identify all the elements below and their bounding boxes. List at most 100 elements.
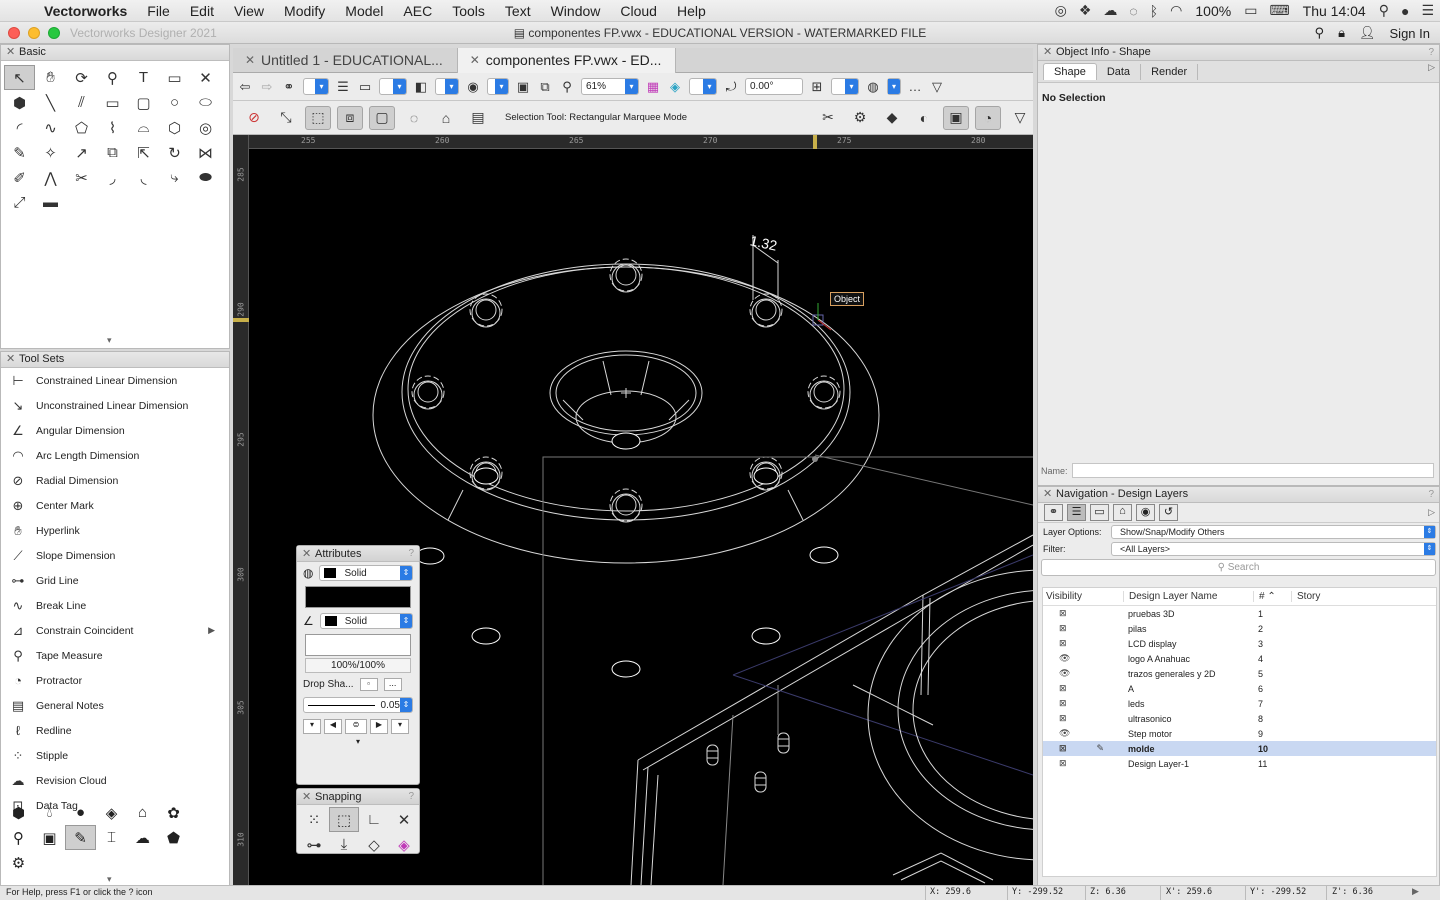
sheet-layers-view-icon[interactable]: ▭ <box>1090 504 1109 521</box>
snap-working-plane-icon[interactable]: ◈ <box>389 832 419 857</box>
menu-window[interactable]: Window <box>542 3 612 19</box>
fillet-tool-icon[interactable]: ◞ <box>97 165 128 190</box>
freehand-tool-icon[interactable]: ∿ <box>35 115 66 140</box>
column-visibility[interactable]: Visibility <box>1043 591 1123 602</box>
rectangular-marquee-icon[interactable]: ⬚ <box>305 105 331 130</box>
tool-item[interactable]: ↘ Unconstrained Linear Dimension <box>1 393 229 418</box>
pan-tool-icon[interactable]: ✋︎ <box>35 65 66 90</box>
clip-tool-icon[interactable]: ⤷ <box>159 165 190 190</box>
freehand-marquee-icon[interactable]: ⌂ <box>433 106 459 130</box>
chamfer-tool-icon[interactable]: ◟ <box>128 165 159 190</box>
layer-hidden-icon[interactable]: ⊠ ✎ <box>1043 743 1123 754</box>
tool-item[interactable]: ⟋ Slope Dimension <box>1 543 229 568</box>
layer-hidden-icon[interactable]: ⊠ <box>1043 698 1123 709</box>
drop-shadow-settings-button[interactable]: ... <box>383 678 402 691</box>
trim-tool-icon[interactable]: ✐ <box>4 165 35 190</box>
tab-shape[interactable]: Shape <box>1043 63 1097 80</box>
oval-tool-icon[interactable]: ⬭ <box>190 90 221 115</box>
arc-tool-icon[interactable]: ◜ <box>4 115 35 140</box>
layer-row[interactable]: 👁︎ logo A Anahuac 4 <box>1043 651 1436 666</box>
pen-preview-swatch[interactable] <box>305 634 411 656</box>
visibility-tool-icon[interactable]: ✧ <box>35 140 66 165</box>
page-boundary-icon[interactable]: ▦ <box>645 79 661 95</box>
flyover-tool-icon[interactable]: ⟳ <box>66 65 97 90</box>
bluetooth-icon[interactable]: ᛒ <box>1144 3 1164 19</box>
eye-visible-icon[interactable]: 👁︎ <box>1043 728 1123 739</box>
clip-dropdown[interactable]: ▾ <box>831 78 859 95</box>
render-mode-dropdown[interactable]: ▾ <box>435 78 459 95</box>
submenu-arrow-icon[interactable]: ▶ <box>208 625 215 636</box>
line-tool-icon[interactable]: ╲ <box>35 90 66 115</box>
mode-toggle-a-icon[interactable]: ▣ <box>943 105 969 130</box>
regular-polygon-icon[interactable]: ⬡ <box>159 115 190 140</box>
clip-cube-icon[interactable]: ⊞ <box>809 79 825 95</box>
clock[interactable]: Thu 14:04 <box>1296 3 1373 19</box>
layer-row[interactable]: ⊠ LCD display 3 <box>1043 636 1436 651</box>
tool-item[interactable]: ◠ Arc Length Dimension <box>1 443 229 468</box>
palette-menu-icon[interactable]: ▷ <box>1428 507 1435 518</box>
layer-hidden-icon[interactable]: ⊠ <box>1043 683 1123 694</box>
filter-dropdown[interactable]: <All Layers> ⇕ <box>1111 541 1436 556</box>
rounded-rectangle-icon[interactable]: ▢ <box>128 90 159 115</box>
search-icon[interactable]: ⚲ <box>1315 25 1325 41</box>
references-view-icon[interactable]: ↺ <box>1159 504 1178 521</box>
layer-hidden-icon[interactable]: ⊠ <box>1043 623 1123 634</box>
layer-row[interactable]: 👁︎ trazos generales y 2D 5 <box>1043 666 1436 681</box>
working-plane-icon[interactable]: ◈ <box>667 79 683 95</box>
eye-visible-icon[interactable]: 👁︎ <box>1043 653 1123 664</box>
layer-dropdown[interactable]: ▾ <box>379 78 407 95</box>
more-icon[interactable]: … <box>907 79 923 94</box>
lighting-toolset-icon[interactable]: ⚲ <box>3 825 34 850</box>
help-icon[interactable]: ? <box>408 789 414 805</box>
notification-center-icon[interactable]: ☰ <box>1415 2 1440 19</box>
tab-data[interactable]: Data <box>1097 63 1142 80</box>
layer-options-dropdown[interactable]: Show/Snap/Modify Others ⇕ <box>1111 524 1436 539</box>
arrow-left-icon[interactable]: ◀ <box>324 719 342 734</box>
drop-shadow-toggle[interactable]: ▫ <box>359 678 378 691</box>
navigation-titlebar[interactable]: ✕ Navigation - Design Layers ? <box>1038 487 1439 503</box>
saved-views-dropdown[interactable]: ▾ <box>303 78 329 95</box>
layer-tool-icon[interactable]: ▬ <box>35 190 66 215</box>
rotate-tool-icon[interactable]: ↻ <box>159 140 190 165</box>
menu-tools[interactable]: Tools <box>443 3 496 19</box>
snap-tangent-icon[interactable]: ⤓ <box>329 832 359 857</box>
menu-help[interactable]: Help <box>668 3 717 19</box>
layer-row[interactable]: ⊠ leds 7 <box>1043 696 1436 711</box>
tool-item[interactable]: ⊘ Radial Dimension <box>1 468 229 493</box>
coord-y[interactable]: Y: -299.52 <box>1012 887 1063 897</box>
menu-view[interactable]: View <box>225 3 275 19</box>
help-icon[interactable]: ? <box>408 546 414 562</box>
close-icon[interactable]: ✕ <box>1043 487 1052 502</box>
opacity-field[interactable]: 100%/100% <box>305 658 411 673</box>
battery-icon[interactable]: ▭ <box>1238 2 1263 19</box>
saved-views-view-icon[interactable]: ◉ <box>1136 504 1155 521</box>
sync-icon[interactable]: ◌ <box>1123 3 1143 19</box>
siri-icon[interactable]: ● <box>1395 3 1415 19</box>
working-plane-dropdown[interactable]: ▾ <box>689 78 717 95</box>
arrow-right-icon[interactable]: ▶ <box>370 719 388 734</box>
fasteners-toolset-icon[interactable]: ✿ <box>158 800 189 825</box>
status-expand-icon[interactable]: ▶ <box>1412 886 1419 897</box>
snap-grid-icon[interactable]: ⁙ <box>299 807 329 832</box>
polygon-tool-icon[interactable]: ⬠ <box>66 115 97 140</box>
layer-search-input[interactable]: ⚲ Search <box>1041 559 1436 576</box>
building-shell-toolset-icon[interactable]: ◈ <box>96 800 127 825</box>
coord-y-prime[interactable]: Y': -299.52 <box>1250 887 1306 897</box>
coord-x-prime[interactable]: X': 259.6 <box>1166 887 1212 897</box>
menu-aec[interactable]: AEC <box>394 3 443 19</box>
spotlight-search-icon[interactable]: ⚲ <box>1373 2 1395 19</box>
creative-cloud-icon[interactable]: ◎ <box>1049 2 1073 19</box>
circle-tool-icon[interactable]: ○ <box>159 90 190 115</box>
arrowhead-icon[interactable]: ⊜ <box>345 719 367 734</box>
minimize-window-button[interactable] <box>28 27 40 39</box>
callout-tool-icon[interactable]: ▭ <box>159 65 190 90</box>
tool-item[interactable]: ⊢ Constrained Linear Dimension <box>1 368 229 393</box>
chevron-down-icon[interactable]: ▽ <box>1007 106 1033 130</box>
selection-tool-icon[interactable]: ↖ <box>4 65 35 90</box>
menu-modify[interactable]: Modify <box>275 3 336 19</box>
attributes-titlebar[interactable]: ✕ Attributes ? <box>297 546 419 562</box>
coord-z-prime[interactable]: Z': 6.36 <box>1332 887 1373 897</box>
attribute-mapping-icon[interactable]: ⬢ <box>4 90 35 115</box>
snap-intersection-icon[interactable]: ✕ <box>389 807 419 832</box>
layer-hidden-icon[interactable]: ⊠ <box>1043 713 1123 724</box>
